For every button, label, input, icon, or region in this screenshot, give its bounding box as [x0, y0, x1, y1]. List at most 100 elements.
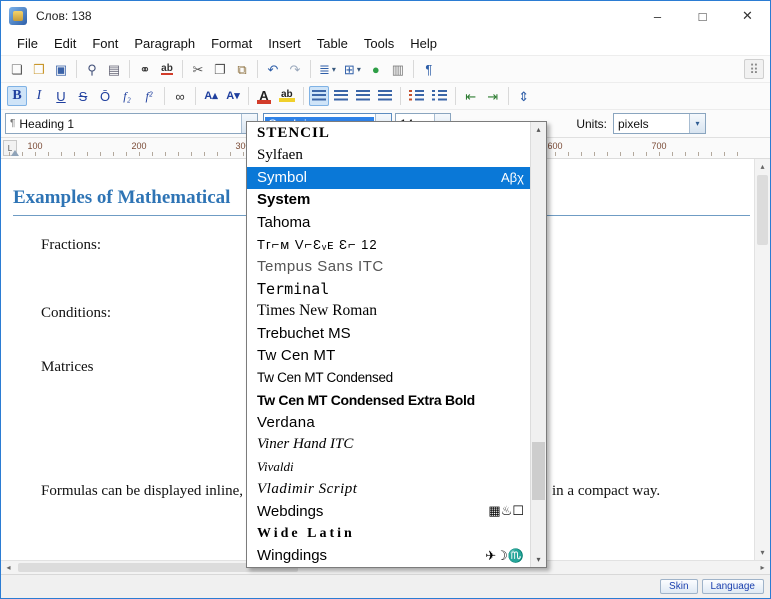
- find-icon[interactable]: ⚭: [135, 59, 155, 79]
- menu-table[interactable]: Table: [309, 33, 356, 54]
- insert-table-icon-glyph: ⊞: [344, 63, 355, 76]
- save-icon[interactable]: ▣: [51, 59, 71, 79]
- line-spacing-icon[interactable]: ⇕: [514, 86, 534, 106]
- font-option-tw-cen-mt-condensed-extra-bold[interactable]: Tw Cen MT Condensed Extra Bold: [247, 389, 530, 411]
- ruler-tick: [607, 152, 608, 156]
- font-option-terminal[interactable]: Terminal: [247, 278, 530, 300]
- align-center-icon[interactable]: [331, 86, 351, 106]
- chevron-down-icon[interactable]: ▾: [689, 114, 705, 133]
- panel-grip-icon[interactable]: ⠿: [744, 59, 764, 79]
- increase-font-icon[interactable]: A▴: [201, 86, 221, 106]
- language-button[interactable]: Language: [702, 579, 765, 594]
- font-option-symbol[interactable]: SymbolΑβχ: [247, 167, 530, 189]
- bullet-list-icon[interactable]: [429, 86, 450, 106]
- highlight-icon[interactable]: ab: [276, 86, 298, 106]
- undo-icon[interactable]: ↶: [263, 59, 283, 79]
- font-preview-glyphs: ▦♨☐: [488, 503, 524, 519]
- overline-icon-glyph: Ō: [100, 90, 110, 103]
- vertical-scrollbar[interactable]: ▴ ▾: [754, 159, 770, 560]
- decrease-indent-icon[interactable]: ⇤: [461, 86, 481, 106]
- font-option-webdings[interactable]: Webdings▦♨☐: [247, 500, 530, 522]
- open-icon[interactable]: ❒: [29, 59, 49, 79]
- units-combo[interactable]: pixels ▾: [613, 113, 706, 134]
- cut-icon[interactable]: ✂: [188, 59, 208, 79]
- font-option-wingdings[interactable]: Wingdings✈☽♏: [247, 545, 530, 567]
- menu-font[interactable]: Font: [84, 33, 126, 54]
- underline-icon[interactable]: U: [51, 86, 71, 106]
- new-document-icon[interactable]: ❏: [7, 59, 27, 79]
- menu-paragraph[interactable]: Paragraph: [126, 33, 203, 54]
- menu-insert[interactable]: Insert: [260, 33, 309, 54]
- bold-icon[interactable]: B: [7, 86, 27, 106]
- indent-marker[interactable]: [11, 150, 19, 156]
- font-option-wide-latin[interactable]: Wide Latin: [247, 523, 530, 545]
- overline-icon[interactable]: Ō: [95, 86, 115, 106]
- scroll-left-icon[interactable]: ◂: [1, 563, 16, 572]
- font-option-trebuchet-ms[interactable]: Trebuchet MS: [247, 322, 530, 344]
- print-preview-icon[interactable]: ⚲: [82, 59, 102, 79]
- skin-button[interactable]: Skin: [660, 579, 697, 594]
- font-option-tahoma[interactable]: Tahoma: [247, 211, 530, 233]
- toolbar-separator: [182, 60, 183, 78]
- italic-icon[interactable]: I: [29, 86, 49, 106]
- numbered-list-icon[interactable]: [406, 86, 427, 106]
- formatting-marks-icon[interactable]: ¶: [419, 59, 439, 79]
- font-option-tw-cen-mt[interactable]: Tw Cen MT: [247, 345, 530, 367]
- menu-help[interactable]: Help: [402, 33, 445, 54]
- print-icon[interactable]: ▤: [104, 59, 124, 79]
- font-option-sylfaen[interactable]: Sylfaen: [247, 144, 530, 166]
- decrease-font-icon[interactable]: A▾: [223, 86, 243, 106]
- dropdown-scroll-down-icon[interactable]: ▾: [531, 552, 546, 567]
- superscript-icon[interactable]: f²: [139, 86, 159, 106]
- dropdown-scrollbar[interactable]: ▴ ▾: [530, 122, 546, 567]
- scroll-right-icon[interactable]: ▸: [755, 563, 770, 572]
- strikethrough-icon[interactable]: S: [73, 86, 93, 106]
- copy-icon[interactable]: ❐: [210, 59, 230, 79]
- close-button[interactable]: ✕: [725, 1, 770, 31]
- align-left-icon[interactable]: [309, 86, 329, 106]
- paste-icon[interactable]: ⧉: [232, 59, 252, 79]
- font-color-icon[interactable]: A: [254, 86, 274, 106]
- toolbar-separator: [76, 60, 77, 78]
- ruler-tick: [672, 152, 673, 156]
- scroll-down-icon[interactable]: ▾: [755, 545, 770, 560]
- glasses-readmode-icon[interactable]: ∞: [170, 86, 190, 106]
- paragraph-style-combo[interactable]: ¶ Heading 1 ▾: [5, 113, 258, 134]
- vertical-scrollbar-thumb[interactable]: [757, 175, 768, 245]
- increase-font-icon-glyph: A▴: [204, 91, 217, 102]
- insert-object-icon[interactable]: ▥: [388, 59, 408, 79]
- font-option-times-new-roman[interactable]: Times New Roman: [247, 300, 530, 322]
- font-option-teamviewer12[interactable]: Tᴦ⌐ᴍ V⌐Ɛᵥᴇ Ɛ⌐ 12: [247, 233, 530, 255]
- increase-indent-icon[interactable]: ⇥: [483, 86, 503, 106]
- font-option-verdana[interactable]: Verdana: [247, 411, 530, 433]
- font-color-icon-glyph: A: [257, 89, 270, 104]
- minimize-button[interactable]: –: [635, 1, 680, 31]
- font-option-tempus-sans-itc[interactable]: Tempus Sans ITC: [247, 256, 530, 278]
- menu-tools[interactable]: Tools: [356, 33, 402, 54]
- subscript-icon[interactable]: f₂: [117, 86, 137, 106]
- dropdown-scrollbar-thumb[interactable]: [532, 442, 545, 500]
- align-justify-icon[interactable]: [375, 86, 395, 106]
- find-icon-glyph: ⚭: [140, 63, 151, 76]
- font-option-vivaldi[interactable]: Vivaldi: [247, 456, 530, 478]
- menu-file[interactable]: File: [9, 33, 46, 54]
- menu-format[interactable]: Format: [203, 33, 260, 54]
- spellcheck-icon[interactable]: ab: [157, 59, 177, 79]
- menu-edit[interactable]: Edit: [46, 33, 84, 54]
- font-option-tw-cen-mt-condensed[interactable]: Tw Cen MT Condensed: [247, 367, 530, 389]
- dropdown-scroll-up-icon[interactable]: ▴: [531, 122, 546, 137]
- maximize-button[interactable]: □: [680, 1, 725, 31]
- font-option-system[interactable]: System: [247, 189, 530, 211]
- font-option-viner-hand-itc[interactable]: Viner Hand ITC: [247, 434, 530, 456]
- scroll-up-icon[interactable]: ▴: [755, 159, 770, 174]
- save-icon-glyph: ▣: [55, 63, 67, 76]
- insert-table-icon[interactable]: ⊞▾: [341, 59, 364, 79]
- ruler-number: 200: [131, 141, 146, 151]
- view-mode-icon[interactable]: ≣▾: [316, 59, 339, 79]
- green-sphere-icon[interactable]: ●: [366, 59, 386, 79]
- align-right-icon[interactable]: [353, 86, 373, 106]
- font-option-vladimir-script[interactable]: Vladimir Script: [247, 478, 530, 500]
- green-sphere-icon-glyph: ●: [372, 63, 380, 76]
- redo-icon[interactable]: ↷: [285, 59, 305, 79]
- font-option-stencil[interactable]: STENCIL: [247, 122, 530, 144]
